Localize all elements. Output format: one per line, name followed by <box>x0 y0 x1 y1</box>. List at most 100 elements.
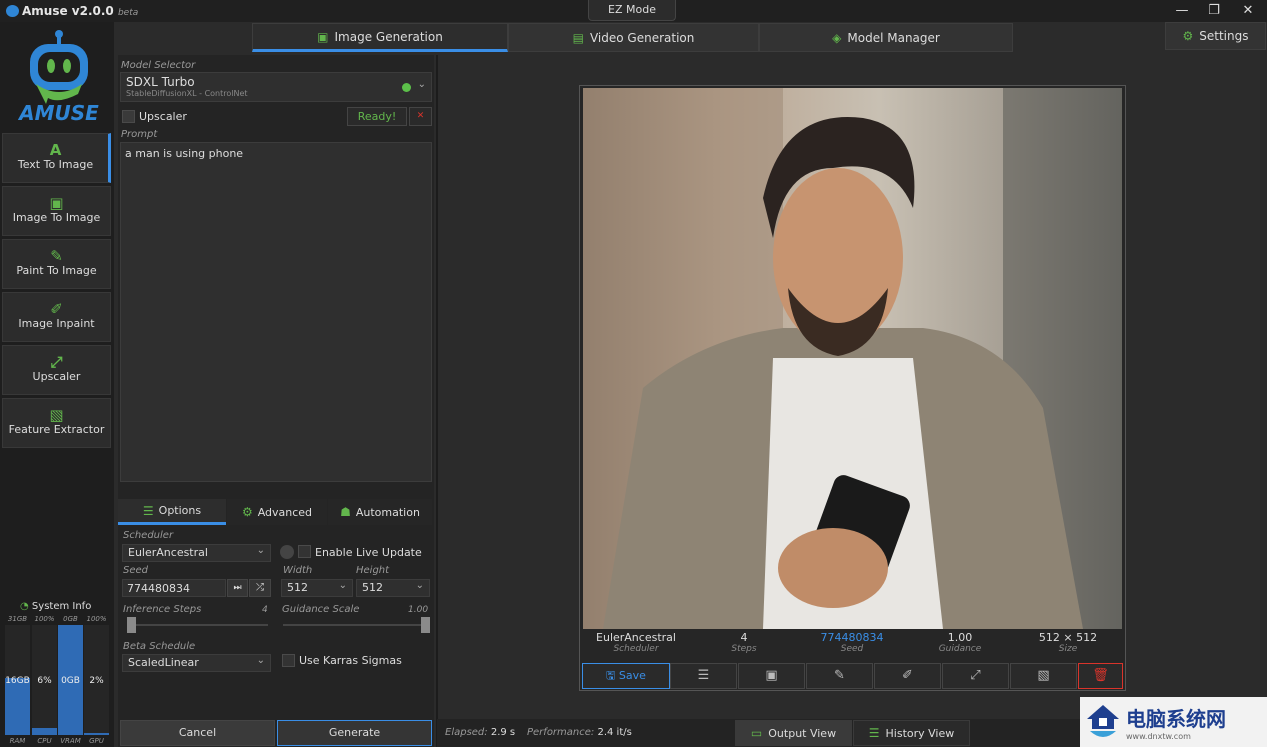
reuse-seed-button[interactable]: ⏭ <box>227 579 248 597</box>
width-select[interactable]: 512 <box>281 578 353 597</box>
send-to-inpaint-button[interactable]: ✐ <box>874 663 941 689</box>
tab-label: Video Generation <box>589 30 695 45</box>
system-info-title: ◔ System Info <box>20 601 91 612</box>
elapsed: Elapsed: 2.9 s <box>445 727 515 738</box>
meter-fill <box>32 728 57 735</box>
sidebar-item-label: Image To Image <box>12 211 101 224</box>
send-to-upscale-button[interactable]: ⤢ <box>942 663 1009 689</box>
meter-max: 0GB <box>63 615 78 623</box>
meter-fill <box>5 677 30 735</box>
meter-value: 6% <box>37 676 52 686</box>
sidebar-item-image-inpaint[interactable]: ✐ Image Inpaint <box>2 292 111 342</box>
tab-label: Model Manager <box>847 30 940 45</box>
list-icon: ☰ <box>868 726 880 740</box>
upscaler-checkbox[interactable] <box>122 110 135 123</box>
sidebar-item-upscaler[interactable]: ⤢ Upscaler <box>2 345 111 395</box>
sliders-icon: ☰ <box>142 503 154 518</box>
sidebar-item-image-to-image[interactable]: ▣ Image To Image <box>2 186 111 236</box>
guidance-slider-thumb[interactable] <box>421 617 430 633</box>
panel-splitter[interactable] <box>436 55 438 747</box>
save-button[interactable]: 🖫 Save <box>582 663 670 689</box>
brush-icon: ✎ <box>834 668 845 683</box>
expand-icon: ⤢ <box>970 668 981 683</box>
watermark-text: 电脑系统网 <box>1126 707 1226 731</box>
save-label: Save <box>618 669 646 682</box>
meter-max: 100% <box>34 615 55 623</box>
meter-max: 100% <box>86 615 107 623</box>
text-lines-icon: ☰ <box>697 668 710 683</box>
film-icon: ▤ <box>572 30 584 45</box>
send-to-paint-button[interactable]: ✎ <box>806 663 873 689</box>
generate-button[interactable]: Generate <box>277 720 432 746</box>
tab-advanced[interactable]: ⚙ Advanced <box>227 499 327 525</box>
live-update-label: Enable Live Update <box>315 546 422 559</box>
system-info-label: System Info <box>31 601 92 612</box>
steps-slider[interactable] <box>127 624 268 626</box>
output-frame <box>579 85 1126 691</box>
live-update-checkbox[interactable] <box>298 545 311 558</box>
generated-image[interactable] <box>583 88 1122 629</box>
prompt-label: Prompt <box>121 129 158 140</box>
amuse-logo: AMUSE <box>17 28 100 125</box>
tab-image-generation[interactable]: ▣ Image Generation <box>252 23 508 52</box>
clear-upscaler-button[interactable]: ✕ <box>409 107 432 126</box>
guidance-slider[interactable] <box>283 624 429 626</box>
meta-seed[interactable]: 774480834 Seed <box>802 631 902 654</box>
tab-model-manager[interactable]: ◈ Model Manager <box>759 23 1013 52</box>
meta-size: 512 × 512 Size <box>1018 631 1118 654</box>
trash-icon: 🗑 <box>1092 668 1109 683</box>
send-to-extractor-button[interactable]: ▧ <box>1010 663 1077 689</box>
karras-label: Use Karras Sigmas <box>299 654 402 667</box>
seed-input[interactable]: 774480834 <box>122 579 226 597</box>
steps-slider-thumb[interactable] <box>127 617 136 633</box>
output-view-label: Output View <box>768 726 837 740</box>
scheduler-label: Scheduler <box>123 530 174 541</box>
sidebar-item-label: Paint To Image <box>16 264 97 277</box>
tab-video-generation[interactable]: ▤ Video Generation <box>508 23 759 52</box>
app-logo-icon <box>6 5 19 17</box>
sidebar-item-paint-to-image[interactable]: ✎ Paint To Image <box>2 239 111 289</box>
sidebar-item-text-to-image[interactable]: A Text To Image <box>2 133 111 183</box>
delete-button[interactable]: 🗑 <box>1078 663 1123 689</box>
tab-options[interactable]: ☰ Options <box>118 499 226 525</box>
model-selector-label: Model Selector <box>121 60 196 71</box>
meter-value: 0GB <box>61 676 80 686</box>
history-view-button[interactable]: ☰ History View <box>853 720 970 746</box>
karras-checkbox[interactable] <box>282 654 295 667</box>
meter-name: VRAM <box>60 737 81 745</box>
beta-schedule-select[interactable]: ScaledLinear <box>122 653 271 672</box>
random-seed-button[interactable]: ⤮ <box>249 579 271 597</box>
tab-label: Advanced <box>257 505 313 519</box>
logo-text: AMUSE <box>18 101 99 123</box>
meta-value: 4 <box>740 631 748 644</box>
minimize-button[interactable]: — <box>1166 0 1198 22</box>
scheduler-select[interactable]: EulerAncestral <box>122 543 271 562</box>
text-icon: A <box>49 141 62 159</box>
prompt-input[interactable]: a man is using phone <box>120 142 432 482</box>
cancel-button[interactable]: Cancel <box>120 720 275 746</box>
live-update-toggle[interactable] <box>280 545 294 559</box>
image-icon: ▣ <box>49 194 64 212</box>
output-view-button[interactable]: ▭ Output View <box>735 720 852 746</box>
meta-key: Seed <box>840 644 864 654</box>
sidebar-item-label: Text To Image <box>17 158 94 171</box>
watermark-url: www.dnxtw.com <box>1126 732 1191 741</box>
brush-icon: ✎ <box>50 247 63 265</box>
height-select[interactable]: 512 <box>356 578 430 597</box>
ez-mode-button[interactable]: EZ Mode <box>588 0 676 21</box>
layers-icon: ◈ <box>832 30 842 45</box>
settings-button[interactable]: ⚙ Settings <box>1165 22 1266 50</box>
seed-label: Seed <box>123 565 148 576</box>
image-icon: ▣ <box>765 668 778 683</box>
sidebar-item-label: Upscaler <box>32 370 81 383</box>
restore-button[interactable]: ❐ <box>1198 0 1230 22</box>
model-selector[interactable]: SDXL Turbo StableDiffusionXL - ControlNe… <box>120 72 432 102</box>
sidebar-item-feature-extractor[interactable]: ▧ Feature Extractor <box>2 398 111 448</box>
close-button[interactable]: ✕ <box>1232 0 1264 22</box>
details-button[interactable]: ☰ <box>670 663 737 689</box>
tab-automation[interactable]: ☗ Automation <box>328 499 432 525</box>
send-to-image-button[interactable]: ▣ <box>738 663 805 689</box>
history-view-label: History View <box>885 726 955 740</box>
meter-fill <box>84 732 109 735</box>
meta-key: Scheduler <box>613 644 659 654</box>
